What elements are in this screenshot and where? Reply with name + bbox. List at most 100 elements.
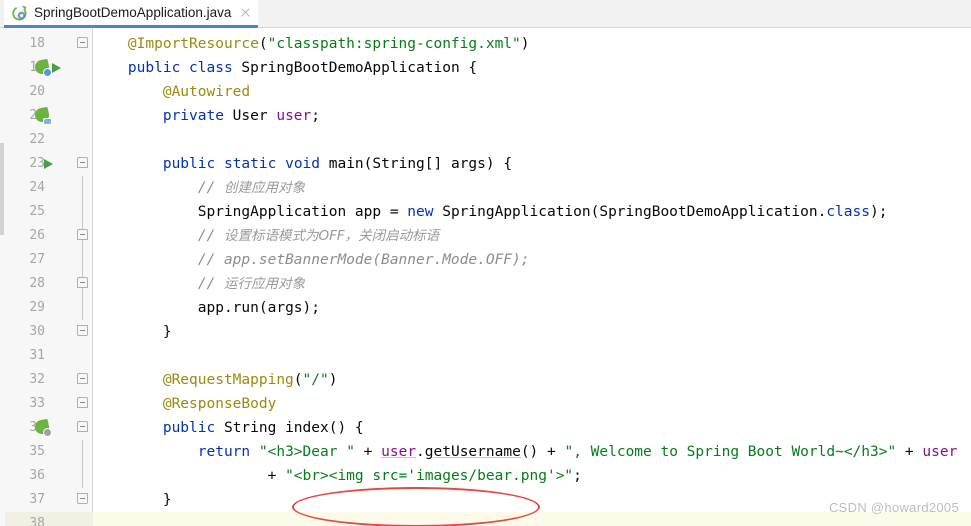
code-line[interactable]: 35 return "<h3>Dear " + user.getUsername… (0, 440, 971, 464)
editor-tab-label: SpringBootDemoApplication.java (34, 5, 232, 20)
code-line-text[interactable]: // 设置标语模式为OFF，关闭启动标语 (93, 224, 439, 248)
code-line-text[interactable]: // 运行应用对象 (93, 272, 305, 296)
code-line-text[interactable]: public static void main(String[] args) { (93, 152, 512, 176)
fold-marker[interactable] (74, 368, 92, 392)
spring-mapping-icon[interactable] (33, 418, 52, 437)
code-line[interactable]: 22 (0, 128, 971, 152)
fold-marker[interactable] (74, 488, 92, 512)
fold-end-icon[interactable] (77, 325, 88, 336)
code-line[interactable]: 38 (0, 512, 971, 526)
code-line-text[interactable]: } (93, 488, 172, 512)
code-line-text[interactable]: private User user; (93, 104, 320, 128)
code-token: class (826, 204, 870, 220)
code-line[interactable]: 27 // app.setBannerMode(Banner.Mode.OFF)… (0, 248, 971, 272)
spring-bean-icon[interactable] (33, 58, 52, 77)
run-class-icon[interactable] (52, 63, 61, 73)
collapse-box-icon[interactable] (77, 277, 88, 288)
code-token: getUsername (424, 444, 521, 460)
code-token: } (162, 324, 172, 340)
fold-end-icon[interactable] (77, 493, 88, 504)
collapse-box-icon[interactable] (77, 373, 88, 384)
code-line-text[interactable]: SpringApplication app = new SpringApplic… (93, 200, 888, 224)
fold-marker[interactable] (74, 392, 92, 416)
fold-marker[interactable] (74, 176, 92, 200)
code-line[interactable]: 20 @Autowired (0, 80, 971, 104)
code-line-text[interactable]: public String index() { (93, 416, 364, 440)
code-line[interactable]: 25 SpringApplication app = new SpringApp… (0, 200, 971, 224)
close-icon[interactable] (239, 6, 252, 19)
gutter-icon-group[interactable] (30, 104, 88, 128)
code-line-text[interactable]: @ImportResource("classpath:spring-config… (93, 32, 530, 56)
code-line-text[interactable]: @RequestMapping("/") (93, 368, 338, 392)
code-line-text[interactable]: // app.setBannerMode(Banner.Mode.OFF); (93, 248, 530, 272)
line-number: 26 (29, 228, 45, 243)
fold-marker[interactable] (74, 440, 92, 464)
fold-marker[interactable] (74, 248, 92, 272)
code-line[interactable]: 26 // 设置标语模式为OFF，关闭启动标语 (0, 224, 971, 248)
fold-marker[interactable] (74, 272, 92, 296)
code-token: + (896, 444, 923, 460)
code-line-text[interactable]: @Autowired (93, 80, 250, 104)
code-line-text[interactable]: + "<br><img src='images/bear.png'>"; (93, 464, 582, 488)
code-token: ); (869, 204, 888, 220)
fold-marker[interactable] (74, 224, 92, 248)
gutter-icon-group[interactable] (30, 56, 88, 80)
code-token: . (416, 444, 425, 460)
code-line[interactable]: 37 } (0, 488, 971, 512)
code-line[interactable]: 18 @ImportResource("classpath:spring-con… (0, 32, 971, 56)
code-line-text[interactable]: public class SpringBootDemoApplication { (93, 56, 477, 80)
code-line[interactable]: 19 public class SpringBootDemoApplicatio… (0, 56, 971, 80)
collapse-box-icon[interactable] (77, 421, 88, 432)
code-line[interactable]: 33 @ResponseBody (0, 392, 971, 416)
code-token: public (127, 60, 181, 76)
code-line-text[interactable]: // 创建应用对象 (93, 176, 305, 200)
fold-marker[interactable] (74, 152, 92, 176)
code-line[interactable]: 36 + "<br><img src='images/bear.png'>"; (0, 464, 971, 488)
code-line[interactable]: 24 // 创建应用对象 (0, 176, 971, 200)
code-line[interactable]: 34 public String index() { (0, 416, 971, 440)
code-line-text[interactable]: } (93, 320, 172, 344)
fold-marker[interactable] (74, 320, 92, 344)
code-line-text[interactable]: @ResponseBody (93, 392, 277, 416)
code-token: @ResponseBody (162, 396, 277, 412)
fold-marker[interactable] (74, 296, 92, 320)
code-line[interactable]: 23 public static void main(String[] args… (0, 152, 971, 176)
collapse-box-icon[interactable] (77, 157, 88, 168)
line-number: 31 (29, 348, 45, 363)
fold-marker[interactable] (74, 200, 92, 224)
code-token: SpringBootDemoApplication { (232, 60, 478, 76)
editor-tab-springbootdemoapplication[interactable]: SpringBootDemoApplication.java (4, 0, 259, 28)
code-token: public (162, 156, 216, 172)
fold-marker[interactable] (74, 416, 92, 440)
fold-marker[interactable] (74, 32, 92, 56)
code-line[interactable]: 28 // 运行应用对象 (0, 272, 971, 296)
spring-autowired-icon[interactable] (33, 106, 52, 125)
code-token: } (162, 492, 172, 508)
collapse-box-icon[interactable] (77, 229, 88, 240)
fold-marker[interactable] (74, 464, 92, 488)
code-editor[interactable]: 18 @ImportResource("classpath:spring-con… (0, 28, 971, 526)
run-method-icon[interactable] (44, 159, 53, 169)
code-token: String index() { (215, 420, 364, 436)
code-line-text[interactable]: return "<h3>Dear " + user.getUsername() … (93, 440, 958, 464)
code-token: ; (311, 108, 320, 124)
code-line[interactable]: 29 app.run(args); (0, 296, 971, 320)
collapse-box-icon[interactable] (77, 397, 88, 408)
code-line[interactable]: 30 } (0, 320, 971, 344)
code-line-text[interactable]: app.run(args); (93, 296, 320, 320)
collapse-box-icon[interactable] (77, 37, 88, 48)
code-token: ) (328, 372, 338, 388)
code-line[interactable]: 21 private User user; (0, 104, 971, 128)
code-line[interactable]: 31 (0, 344, 971, 368)
line-number: 38 (29, 516, 45, 526)
code-line[interactable]: 32 @RequestMapping("/") (0, 368, 971, 392)
